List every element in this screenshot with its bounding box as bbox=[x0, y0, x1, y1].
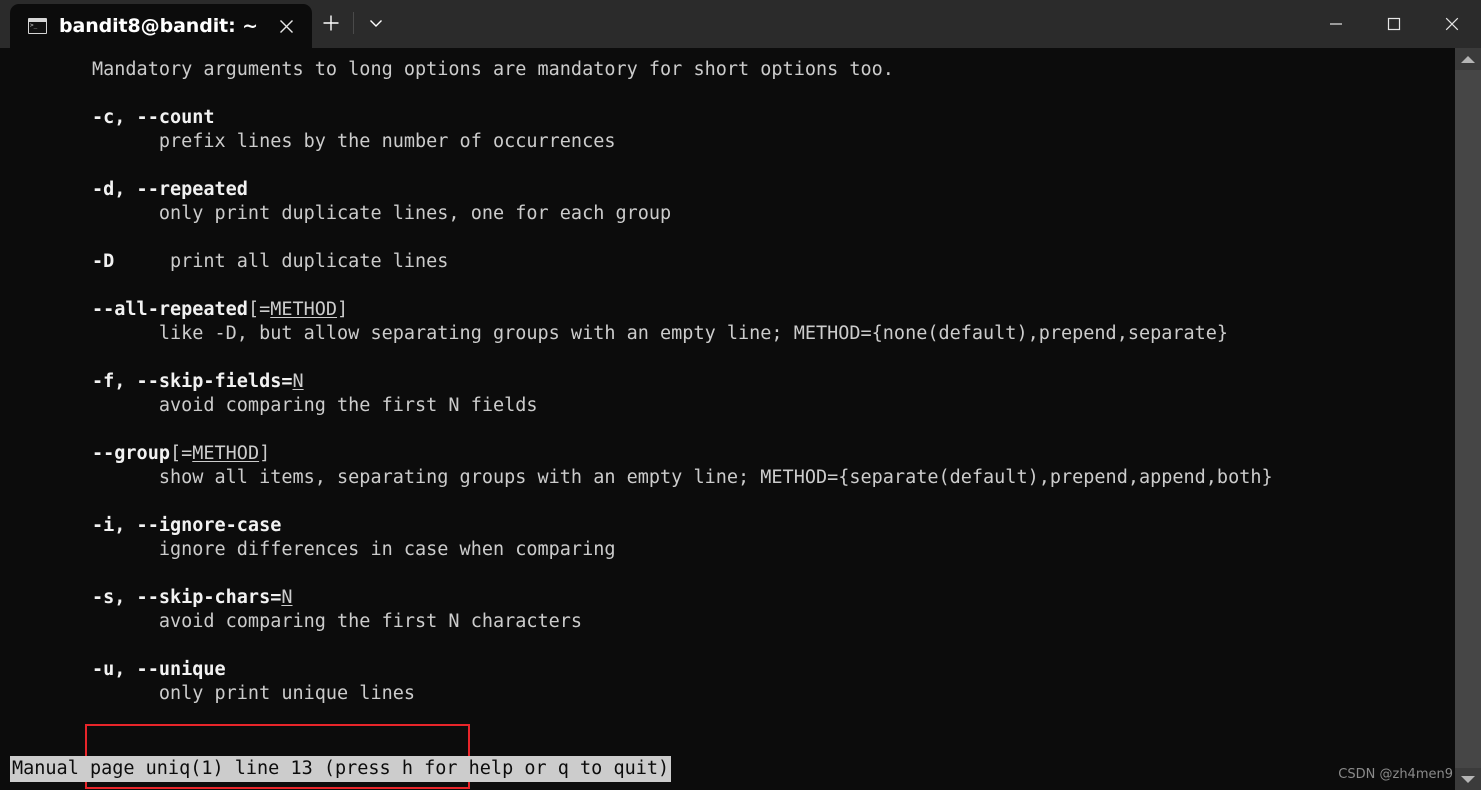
terminal-text: like -D, but allow separating groups wit… bbox=[92, 323, 1229, 344]
new-tab-icon[interactable] bbox=[312, 5, 350, 41]
terminal-text: -f, --skip-fields= bbox=[92, 371, 293, 392]
tab-bandit8[interactable]: bandit8@bandit: ~ bbox=[10, 4, 312, 48]
terminal-line: avoid comparing the first N characters bbox=[0, 610, 1455, 634]
terminal-text: only print duplicate lines, one for each… bbox=[92, 203, 672, 224]
terminal-line: -s, --skip-chars=N bbox=[0, 586, 1455, 610]
terminal-text: avoid comparing the first N fields bbox=[92, 395, 538, 416]
terminal-text: METHOD bbox=[270, 299, 338, 320]
terminal-line: --all-repeated[=METHOD] bbox=[0, 298, 1455, 322]
terminal-text: [= bbox=[169, 443, 193, 464]
terminal-text: -s, --skip-chars= bbox=[92, 587, 282, 608]
tab-actions bbox=[312, 0, 395, 48]
terminal-text: Mandatory arguments to long options are … bbox=[92, 59, 894, 80]
terminal-text: [= bbox=[247, 299, 271, 320]
pager-status-line: Manual page uniq(1) line 13 (press h for… bbox=[10, 756, 672, 782]
terminal-line: -D print all duplicate lines bbox=[0, 250, 1455, 274]
terminal-text: ignore differences in case when comparin… bbox=[92, 539, 616, 560]
terminal-line: -f, --skip-fields=N bbox=[0, 370, 1455, 394]
tab-actions-divider bbox=[352, 12, 354, 34]
terminal-text: -c, --count bbox=[92, 107, 215, 128]
terminal-line: -d, --repeated bbox=[0, 178, 1455, 202]
terminal-window: bandit8@bandit: ~ bbox=[0, 0, 1481, 790]
terminal-line: like -D, but allow separating groups wit… bbox=[0, 322, 1455, 346]
terminal-text: N bbox=[281, 587, 293, 608]
minimize-button[interactable] bbox=[1307, 0, 1365, 48]
terminal-line: Mandatory arguments to long options are … bbox=[0, 58, 1455, 82]
terminal-text: avoid comparing the first N characters bbox=[92, 611, 583, 632]
terminal-text: -i, --ignore-case bbox=[92, 515, 282, 536]
close-icon[interactable] bbox=[270, 9, 304, 43]
scrollbar-thumb[interactable] bbox=[1455, 70, 1481, 768]
tab-title: bandit8@bandit: ~ bbox=[59, 15, 258, 37]
terminal-line: prefix lines by the number of occurrence… bbox=[0, 130, 1455, 154]
terminal-screen: Mandatory arguments to long options are … bbox=[0, 48, 1455, 790]
maximize-button[interactable] bbox=[1365, 0, 1423, 48]
terminal-text: show all items, separating groups with a… bbox=[92, 467, 1273, 488]
scroll-down-arrow-icon[interactable] bbox=[1455, 768, 1481, 790]
terminal-text: -d, --repeated bbox=[92, 179, 248, 200]
tab-strip: bandit8@bandit: ~ bbox=[0, 0, 395, 48]
chevron-down-icon[interactable] bbox=[357, 5, 395, 41]
terminal-text: N bbox=[292, 371, 304, 392]
scroll-up-arrow-icon[interactable] bbox=[1455, 48, 1481, 70]
terminal-line: show all items, separating groups with a… bbox=[0, 466, 1455, 490]
terminal-text: -D bbox=[92, 251, 115, 272]
terminal-line: ignore differences in case when comparin… bbox=[0, 538, 1455, 562]
terminal-line: only print unique lines bbox=[0, 682, 1455, 706]
terminal-text: ] bbox=[259, 443, 271, 464]
terminal-line: -u, --unique bbox=[0, 658, 1455, 682]
terminal-text: --all-repeated bbox=[92, 299, 248, 320]
terminal-line: only print duplicate lines, one for each… bbox=[0, 202, 1455, 226]
terminal-body[interactable]: Mandatory arguments to long options are … bbox=[0, 48, 1481, 790]
terminal-line: --group[=METHOD] bbox=[0, 442, 1455, 466]
terminal-line: -c, --count bbox=[0, 106, 1455, 130]
terminal-text: only print unique lines bbox=[92, 683, 416, 704]
terminal-line: avoid comparing the first N fields bbox=[0, 394, 1455, 418]
scrollbar[interactable] bbox=[1455, 48, 1481, 790]
terminal-text: --group bbox=[92, 443, 170, 464]
terminal-line: -i, --ignore-case bbox=[0, 514, 1455, 538]
terminal-icon bbox=[28, 18, 47, 34]
terminal-text: ] bbox=[337, 299, 349, 320]
title-bar: bandit8@bandit: ~ bbox=[0, 0, 1481, 48]
terminal-text: METHOD bbox=[192, 443, 260, 464]
window-close-button[interactable] bbox=[1423, 0, 1481, 48]
watermark: CSDN @zh4men9 bbox=[1338, 767, 1453, 782]
window-controls bbox=[1307, 0, 1481, 48]
terminal-text: -u, --unique bbox=[92, 659, 226, 680]
terminal-text: print all duplicate lines bbox=[114, 251, 449, 272]
terminal-text: prefix lines by the number of occurrence… bbox=[92, 131, 616, 152]
